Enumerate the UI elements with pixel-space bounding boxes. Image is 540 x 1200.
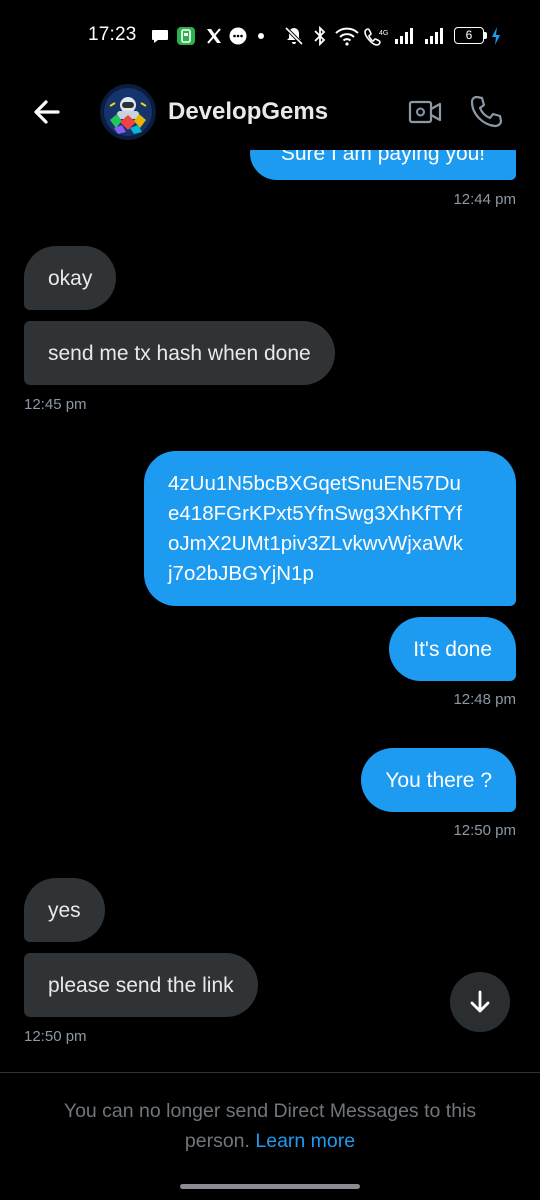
message-text-line: 4zUu1N5bcBXGqetSnuEN57Du — [168, 471, 461, 495]
battery-icon: 6 — [454, 27, 484, 44]
message-timestamp: 12:50 pm — [24, 1028, 87, 1045]
footer-divider — [0, 1072, 540, 1073]
message-bubble-outgoing[interactable]: You there ? — [361, 748, 516, 812]
dot-icon — [258, 33, 264, 39]
status-bar: 17:23 4G 6 — [0, 0, 540, 72]
dm-restriction-notice: You can no longer send Direct Messages t… — [30, 1096, 510, 1156]
message-text: You there ? — [385, 768, 492, 792]
conversation-header: DevelopGems — [0, 78, 540, 146]
wifi-icon — [335, 27, 359, 46]
voice-call-button[interactable] — [470, 94, 503, 128]
bluetooth-icon — [314, 26, 326, 46]
learn-more-link[interactable]: Learn more — [255, 1130, 355, 1152]
signal-icon — [395, 28, 413, 44]
develop-gems-logo — [100, 84, 156, 140]
scroll-to-bottom-button[interactable] — [450, 972, 510, 1032]
home-indicator[interactable] — [180, 1184, 360, 1189]
message-bubble-incoming[interactable]: send me tx hash when done — [24, 321, 335, 385]
message-bubble-outgoing[interactable]: 4zUu1N5bcBXGqetSnuEN57Du e418FGrKPxt5Yfn… — [144, 451, 516, 606]
message-bubble-outgoing[interactable]: It's done — [389, 617, 516, 681]
message-timestamp: 12:44 pm — [453, 191, 516, 208]
message-text: please send the link — [48, 973, 234, 997]
avatar[interactable] — [100, 84, 156, 140]
battery-cap — [484, 32, 487, 39]
video-camera-icon — [408, 100, 442, 124]
message-timestamp: 12:48 pm — [453, 691, 516, 708]
contact-name[interactable]: DevelopGems — [168, 98, 328, 126]
x-logo-icon — [207, 28, 221, 44]
message-bubble-outgoing[interactable]: Sure I am paying you! — [250, 150, 516, 180]
volte-icon: 4G — [364, 28, 388, 46]
message-timestamp: 12:45 pm — [24, 396, 87, 413]
signal-icon — [425, 28, 443, 44]
message-text: okay — [48, 266, 93, 290]
message-text: yes — [48, 898, 81, 922]
message-text-line: j7o2bJBGYjN1p — [168, 561, 314, 585]
charging-bolt-icon — [492, 27, 500, 45]
mute-icon — [284, 26, 304, 46]
chat-bubble-icon — [152, 30, 168, 43]
message-text-line: e418FGrKPxt5YfnSwg3XhKfTYf — [168, 501, 462, 525]
message-text-line: oJmX2UMt1piv3ZLvkwvWjxaWk — [168, 531, 464, 555]
message-text: send me tx hash when done — [48, 341, 311, 365]
back-button[interactable] — [30, 96, 66, 128]
svg-text:4G: 4G — [379, 30, 388, 37]
message-bubble-incoming[interactable]: please send the link — [24, 953, 258, 1017]
video-call-button[interactable] — [408, 97, 442, 127]
message-icon — [229, 27, 247, 45]
message-list[interactable]: Sure I am paying you! 12:44 pm okay send… — [0, 150, 540, 1055]
phone-icon — [470, 95, 503, 128]
message-bubble-incoming[interactable]: okay — [24, 246, 117, 310]
message-text: Sure I am paying you! — [280, 150, 486, 165]
green-app-icon — [177, 27, 195, 45]
message-timestamp: 12:50 pm — [453, 822, 516, 839]
battery-level: 6 — [465, 28, 473, 42]
arrow-down-icon — [470, 990, 490, 1013]
message-bubble-incoming[interactable]: yes — [24, 878, 105, 942]
back-arrow-icon — [34, 100, 60, 124]
status-time: 17:23 — [88, 24, 137, 45]
message-text: It's done — [413, 637, 492, 661]
